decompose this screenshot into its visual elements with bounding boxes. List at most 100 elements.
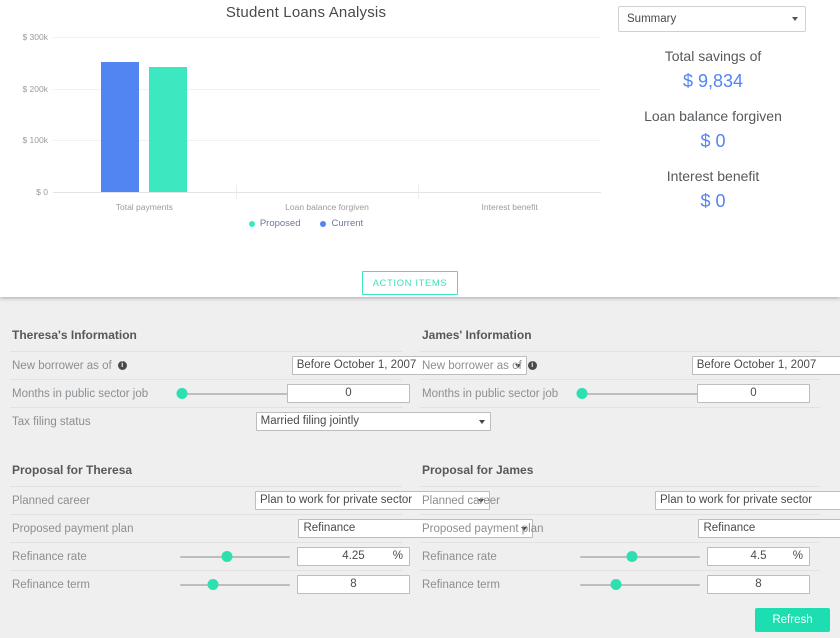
months-value-theresa[interactable]: 0 bbox=[287, 384, 410, 403]
theresa-column: Theresa's Information New borrower as of… bbox=[10, 297, 534, 598]
refinance-rate-label-james: Refinance rate bbox=[422, 550, 497, 563]
legend-item[interactable]: Proposed bbox=[248, 218, 301, 229]
gridline bbox=[53, 37, 601, 38]
slider-thumb[interactable] bbox=[610, 578, 622, 590]
refinance-rate-number-james: 4.5 bbox=[750, 550, 767, 562]
months-slider-theresa[interactable] bbox=[176, 385, 290, 403]
row-new-borrower-theresa: New borrower as of i Before October 1, 2… bbox=[10, 351, 527, 379]
total-savings-label: Total savings of bbox=[664, 48, 762, 64]
slider-track bbox=[580, 392, 700, 395]
refinance-term-label-james: Refinance term bbox=[422, 578, 500, 591]
student-loans-chart: Student Loans Analysis $ 0 $ 100k $ 200k $ … bbox=[0, 0, 612, 245]
james-column: James' Information New borrower as of i … bbox=[420, 297, 840, 598]
row-refinance-rate-james: Refinance rate 4.5 % bbox=[420, 542, 820, 570]
refinance-rate-number-theresa: 4.25 bbox=[342, 550, 365, 562]
slider-thumb[interactable] bbox=[626, 550, 638, 562]
refinance-rate-value-james[interactable]: 4.5 % bbox=[707, 547, 810, 566]
x-axis-separator bbox=[418, 185, 420, 199]
refinance-rate-label-theresa: Refinance rate bbox=[12, 550, 87, 563]
info-icon[interactable]: i bbox=[527, 361, 537, 370]
planned-career-select-james[interactable]: Plan to work for private sector bbox=[655, 491, 840, 510]
row-refinance-term-james: Refinance term 8 bbox=[420, 570, 820, 598]
summary-panel: Summary Total savings of $ 9,834 Loan ba… bbox=[618, 6, 808, 212]
chart-bar[interactable] bbox=[101, 62, 140, 192]
refinance-rate-slider-james[interactable] bbox=[580, 548, 700, 566]
slider-track bbox=[180, 555, 290, 558]
loan-balance-forgiven-value: $ 0 bbox=[700, 130, 726, 151]
theresa-info-heading: Theresa's Information bbox=[12, 328, 137, 342]
planned-career-value-james: Plan to work for private sector bbox=[660, 494, 813, 506]
payment-plan-label-theresa: Proposed payment plan bbox=[12, 522, 134, 535]
refinance-term-label-theresa: Refinance term bbox=[12, 578, 90, 591]
refresh-button[interactable]: Refresh bbox=[755, 608, 830, 632]
row-refinance-rate-theresa: Refinance rate 4.25 % bbox=[10, 542, 410, 570]
payment-plan-label-james: Proposed payment plan bbox=[422, 522, 544, 535]
x-axis-tick-label: Interest benefit bbox=[481, 202, 538, 212]
new-borrower-label-theresa: New borrower as of i bbox=[10, 360, 127, 372]
row-planned-career-james: Planned career Plan to work for private … bbox=[420, 486, 840, 514]
refinance-term-slider-theresa[interactable] bbox=[180, 576, 290, 594]
interest-benefit-label: Interest benefit bbox=[666, 168, 760, 184]
refinance-term-value-james[interactable]: 8 bbox=[707, 575, 810, 594]
slider-track bbox=[180, 583, 290, 586]
total-savings-value: $ 9,834 bbox=[682, 70, 744, 91]
loan-balance-forgiven-label: Loan balance forgiven bbox=[644, 108, 782, 124]
refinance-rate-value-theresa[interactable]: 4.25 % bbox=[297, 547, 410, 566]
planned-career-label-james: Planned career bbox=[422, 494, 500, 507]
chart-legend: Proposed Current bbox=[0, 218, 612, 229]
payment-plan-value-theresa: Refinance bbox=[303, 522, 356, 534]
summary-view-select[interactable]: Summary bbox=[618, 6, 806, 32]
y-axis-tick-label: $ 0 bbox=[36, 187, 48, 197]
chart-bar[interactable] bbox=[149, 67, 188, 192]
legend-swatch-icon bbox=[248, 220, 255, 227]
row-spacer-james bbox=[420, 407, 820, 435]
months-label-james: Months in public sector job bbox=[422, 387, 559, 400]
slider-thumb[interactable] bbox=[207, 578, 219, 590]
interest-benefit-value: $ 0 bbox=[700, 190, 726, 211]
row-payment-plan-james: Proposed payment plan Refinance bbox=[420, 514, 840, 542]
legend-label: Current bbox=[331, 218, 364, 229]
payment-plan-select-james[interactable]: Refinance bbox=[698, 519, 840, 538]
info-icon[interactable]: i bbox=[117, 361, 127, 370]
slider-track bbox=[580, 583, 700, 586]
james-proposal-heading: Proposal for James bbox=[422, 463, 534, 477]
chart-panel: Student Loans Analysis $ 0 $ 100k $ 200k $ … bbox=[0, 0, 840, 297]
refinance-rate-unit-theresa: % bbox=[392, 550, 403, 562]
app-root: Student Loans Analysis $ 0 $ 100k $ 200k $ … bbox=[0, 0, 840, 638]
chart-plot-area: $ 0 $ 100k $ 200k $ 300k Total payments Loan … bbox=[22, 33, 601, 212]
legend-label: Proposed bbox=[259, 218, 301, 229]
slider-thumb[interactable] bbox=[176, 387, 188, 399]
months-slider-james[interactable] bbox=[576, 385, 700, 403]
new-borrower-select-james[interactable]: Before October 1, 2007 bbox=[691, 356, 840, 375]
tax-status-label-theresa: Tax filing status bbox=[12, 415, 91, 428]
slider-thumb[interactable] bbox=[576, 387, 588, 399]
x-axis-separator bbox=[235, 185, 237, 199]
x-axis-tick-label: Total payments bbox=[115, 202, 173, 212]
refinance-rate-slider-theresa[interactable] bbox=[180, 548, 290, 566]
months-label-theresa: Months in public sector job bbox=[12, 387, 149, 400]
y-axis-tick-label: $ 100k bbox=[22, 135, 48, 146]
refinance-rate-unit-james: % bbox=[792, 550, 803, 562]
james-info-heading: James' Information bbox=[422, 328, 532, 342]
summary-view-value: Summary bbox=[627, 13, 677, 25]
slider-track bbox=[580, 555, 700, 558]
x-axis-tick-label: Loan balance forgiven bbox=[285, 202, 369, 212]
chevron-down-icon bbox=[792, 17, 798, 21]
row-refinance-term-theresa: Refinance term 8 bbox=[10, 570, 410, 598]
row-payment-plan-theresa: Proposed payment plan Refinance bbox=[10, 514, 534, 542]
planned-career-label-theresa: Planned career bbox=[12, 494, 90, 507]
refinance-term-slider-james[interactable] bbox=[580, 576, 700, 594]
months-value-james[interactable]: 0 bbox=[697, 384, 810, 403]
action-items-button[interactable]: ACTION ITEMS bbox=[362, 271, 458, 295]
legend-item[interactable]: Current bbox=[320, 218, 363, 229]
slider-thumb[interactable] bbox=[221, 550, 233, 562]
row-new-borrower-james: New borrower as of i Before October 1, 2… bbox=[420, 351, 840, 379]
payment-plan-value-james: Refinance bbox=[703, 522, 756, 534]
legend-swatch-icon bbox=[320, 220, 327, 227]
tax-status-value-theresa: Married filing jointly bbox=[260, 415, 360, 427]
theresa-proposal-heading: Proposal for Theresa bbox=[12, 463, 133, 477]
chart-title: Student Loans Analysis bbox=[225, 4, 387, 21]
refinance-term-value-theresa[interactable]: 8 bbox=[297, 575, 410, 594]
y-axis-tick-label: $ 300k bbox=[22, 32, 48, 42]
new-borrower-label-james: New borrower as of i bbox=[420, 360, 537, 372]
